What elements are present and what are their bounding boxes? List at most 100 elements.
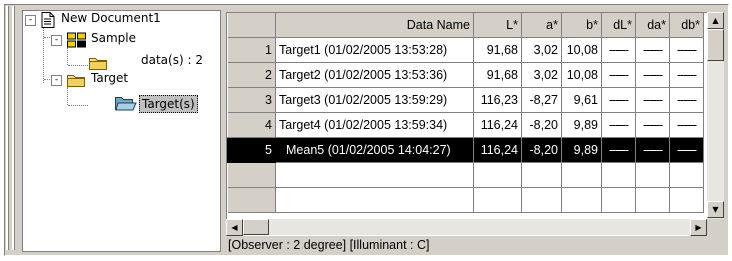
cell-empty[interactable] bbox=[473, 162, 522, 188]
column-header-db[interactable]: db* bbox=[669, 13, 704, 38]
cell-empty[interactable] bbox=[635, 162, 670, 188]
cell-l[interactable]: 91,68 bbox=[473, 62, 522, 88]
cell-l[interactable]: 116,24 bbox=[473, 137, 522, 163]
document-tree[interactable]: - New Document1 - Sample data(s) : 2 - T… bbox=[22, 10, 221, 252]
table-row-selected[interactable]: 5 Mean5 (01/02/2005 14:04:27) 116,24 -8,… bbox=[227, 137, 704, 163]
tree-label-root[interactable]: New Document1 bbox=[61, 11, 161, 25]
cell-l[interactable]: 116,24 bbox=[473, 112, 522, 138]
data-grid[interactable]: Data Name L* a* b* dL* da* db* 1 Target1… bbox=[226, 12, 708, 236]
row-number-empty[interactable] bbox=[227, 187, 276, 213]
table-row[interactable]: 1 Target1 (01/02/2005 13:53:28) 91,68 3,… bbox=[227, 37, 704, 63]
cell-dl[interactable]: ------ bbox=[601, 112, 636, 138]
cell-data-name[interactable]: Target3 (01/02/2005 13:59:29) bbox=[275, 87, 474, 113]
row-number-empty[interactable] bbox=[227, 162, 276, 188]
tree-line bbox=[43, 27, 44, 83]
cell-a[interactable]: -8,20 bbox=[521, 137, 562, 163]
table-row-empty[interactable] bbox=[227, 187, 704, 213]
scroll-right-button[interactable]: ▶ bbox=[690, 219, 707, 236]
cell-b[interactable]: 10,08 bbox=[561, 37, 602, 63]
cell-data-name[interactable]: Target4 (01/02/2005 13:59:34) bbox=[275, 112, 474, 138]
cell-empty[interactable] bbox=[561, 187, 602, 213]
tree-label-targets[interactable]: Target(s) bbox=[139, 95, 198, 113]
cell-b[interactable]: 9,61 bbox=[561, 87, 602, 113]
tree-line bbox=[68, 65, 88, 66]
cell-empty[interactable] bbox=[275, 162, 474, 188]
cell-a[interactable]: -8,20 bbox=[521, 112, 562, 138]
table-row-empty[interactable] bbox=[227, 162, 704, 188]
cell-dl[interactable]: ------ bbox=[601, 87, 636, 113]
cell-empty[interactable] bbox=[561, 162, 602, 188]
cell-da[interactable]: ------ bbox=[635, 62, 670, 88]
cell-db[interactable]: ------ bbox=[669, 62, 704, 88]
scroll-down-button[interactable]: ▼ bbox=[707, 201, 724, 218]
cell-db[interactable]: ------ bbox=[669, 112, 704, 138]
cell-l[interactable]: 116,23 bbox=[473, 87, 522, 113]
grid-header-row: Data Name L* a* b* dL* da* db* bbox=[227, 13, 704, 38]
cell-b[interactable]: 9,89 bbox=[561, 137, 602, 163]
column-header-data-name[interactable]: Data Name bbox=[275, 13, 474, 38]
cell-empty[interactable] bbox=[521, 187, 562, 213]
folder-open-icon bbox=[115, 95, 137, 114]
expander-root[interactable]: - bbox=[25, 15, 36, 26]
scrollbar-corner bbox=[707, 219, 724, 235]
cell-b[interactable]: 9,89 bbox=[561, 112, 602, 138]
column-header-dl[interactable]: dL* bbox=[601, 13, 636, 38]
column-header-l[interactable]: L* bbox=[473, 13, 522, 38]
tree-line bbox=[68, 105, 88, 106]
tree-label-sample[interactable]: Sample bbox=[91, 31, 136, 45]
expander-target[interactable]: - bbox=[51, 75, 62, 86]
cell-empty[interactable] bbox=[669, 187, 704, 213]
cell-dl[interactable]: ------ bbox=[601, 137, 636, 163]
vertical-scroll-thumb[interactable] bbox=[707, 29, 724, 61]
cell-empty[interactable] bbox=[521, 162, 562, 188]
cell-data-name[interactable]: Target2 (01/02/2005 13:53:36) bbox=[275, 62, 474, 88]
cell-data-name[interactable]: Mean5 (01/02/2005 14:04:27) bbox=[275, 137, 474, 163]
status-bar: [Observer : 2 degree] [Illuminant : C] bbox=[228, 238, 430, 252]
cell-da[interactable]: ------ bbox=[635, 37, 670, 63]
table-row[interactable]: 4 Target4 (01/02/2005 13:59:34) 116,24 -… bbox=[227, 112, 704, 138]
cell-empty[interactable] bbox=[601, 162, 636, 188]
row-number[interactable]: 1 bbox=[227, 37, 276, 63]
cell-dl[interactable]: ------ bbox=[601, 37, 636, 63]
cell-empty[interactable] bbox=[473, 187, 522, 213]
table-row[interactable]: 2 Target2 (01/02/2005 13:53:36) 91,68 3,… bbox=[227, 62, 704, 88]
column-header-a[interactable]: a* bbox=[521, 13, 562, 38]
tree-label-sample-data[interactable]: data(s) : 2 bbox=[141, 53, 203, 67]
row-number[interactable]: 2 bbox=[227, 62, 276, 88]
cell-a[interactable]: -8,27 bbox=[521, 87, 562, 113]
cell-da[interactable]: ------ bbox=[635, 112, 670, 138]
cell-l[interactable]: 91,68 bbox=[473, 37, 522, 63]
column-header-index[interactable] bbox=[227, 13, 276, 38]
document-icon bbox=[41, 12, 55, 31]
scroll-left-button[interactable]: ◀ bbox=[226, 219, 243, 236]
folder-icon bbox=[67, 73, 85, 90]
cell-db[interactable]: ------ bbox=[669, 37, 704, 63]
cell-dl[interactable]: ------ bbox=[601, 62, 636, 88]
sample-icon bbox=[67, 32, 87, 51]
cell-empty[interactable] bbox=[275, 187, 474, 213]
cell-empty[interactable] bbox=[669, 162, 704, 188]
cell-a[interactable]: 3,02 bbox=[521, 37, 562, 63]
row-number[interactable]: 4 bbox=[227, 112, 276, 138]
vertical-scrollbar[interactable]: ▲ ▼ bbox=[707, 12, 724, 235]
cell-data-name[interactable]: Target1 (01/02/2005 13:53:28) bbox=[275, 37, 474, 63]
cell-db[interactable]: ------ bbox=[669, 87, 704, 113]
row-number[interactable]: 5 bbox=[227, 137, 276, 163]
cell-db[interactable]: ------ bbox=[669, 137, 704, 163]
splitter-edge bbox=[6, 6, 9, 250]
cell-da[interactable]: ------ bbox=[635, 87, 670, 113]
cell-da[interactable]: ------ bbox=[635, 137, 670, 163]
scroll-up-button[interactable]: ▲ bbox=[707, 12, 724, 29]
horizontal-scroll-thumb[interactable] bbox=[243, 219, 269, 235]
table-row[interactable]: 3 Target3 (01/02/2005 13:59:29) 116,23 -… bbox=[227, 87, 704, 113]
horizontal-scrollbar[interactable]: ◀ ▶ bbox=[226, 219, 707, 236]
expander-sample[interactable]: - bbox=[51, 35, 62, 46]
cell-a[interactable]: 3,02 bbox=[521, 62, 562, 88]
column-header-da[interactable]: da* bbox=[635, 13, 670, 38]
cell-empty[interactable] bbox=[601, 187, 636, 213]
tree-label-target[interactable]: Target bbox=[91, 71, 128, 85]
column-header-b[interactable]: b* bbox=[561, 13, 602, 38]
cell-empty[interactable] bbox=[635, 187, 670, 213]
cell-b[interactable]: 10,08 bbox=[561, 62, 602, 88]
row-number[interactable]: 3 bbox=[227, 87, 276, 113]
